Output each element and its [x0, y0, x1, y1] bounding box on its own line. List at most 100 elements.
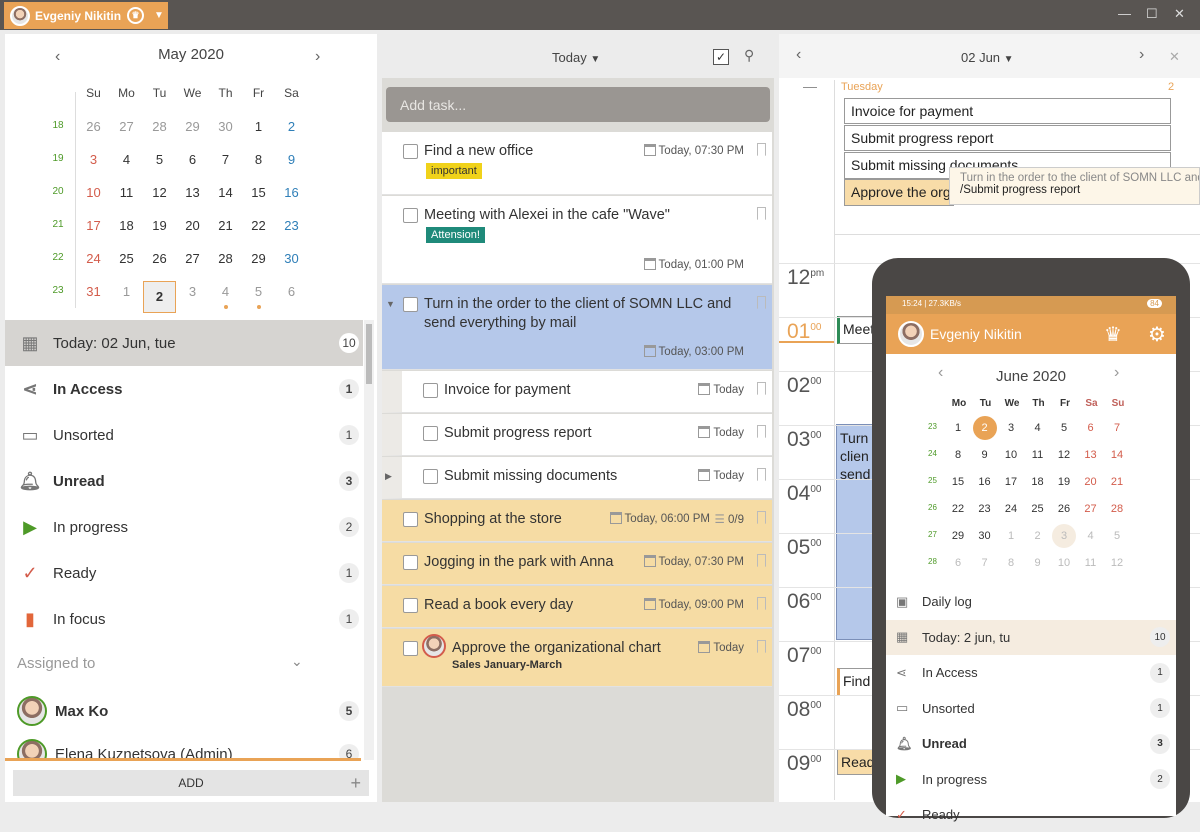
task-row[interactable]: Meeting with Alexei in the cafe "Wave" At… [382, 196, 772, 284]
bookmark-icon[interactable] [757, 511, 766, 524]
calendar-day[interactable]: 17 [77, 215, 110, 237]
calendar-day[interactable]: 4 [1079, 524, 1103, 548]
task-row[interactable]: Invoice for payment Today [382, 371, 772, 413]
task-row[interactable]: Submit progress report Today [382, 414, 772, 456]
bookmark-icon[interactable] [757, 425, 766, 438]
calendar-day[interactable]: 9 [1026, 551, 1050, 575]
calendar-day[interactable]: 30 [973, 524, 997, 548]
sidebar-item-in-progress[interactable]: ▶ In progress 2 [5, 504, 363, 550]
add-task-input[interactable]: Add task... [386, 87, 770, 122]
bookmark-icon[interactable] [757, 468, 766, 481]
calendar-day[interactable]: 26 [77, 116, 110, 138]
task-row[interactable]: Approve the organizational chart Sales Ja… [382, 629, 772, 687]
event-turn-in[interactable]: Turn clien send [836, 424, 876, 640]
crown-icon[interactable]: ♛ [1104, 322, 1122, 347]
calendar-day[interactable]: 6 [275, 281, 308, 303]
calendar-day[interactable]: 10 [1052, 551, 1076, 575]
calendar-day[interactable]: 18 [110, 215, 143, 237]
calendar-day[interactable]: 15 [946, 470, 970, 494]
calendar-day[interactable]: 6 [176, 149, 209, 171]
tag-badge[interactable]: Attension! [426, 227, 485, 243]
sidebar-item-in-access[interactable]: ⋖ In Access 1 [5, 366, 363, 412]
calendar-day[interactable]: 5 [143, 149, 176, 171]
select-all-checkbox[interactable]: ✓ [713, 49, 729, 65]
calendar-day[interactable]: 8 [999, 551, 1023, 575]
task-checkbox[interactable] [403, 641, 418, 656]
calendar-day[interactable]: 3 [999, 416, 1023, 440]
calendar-day[interactable]: 28 [209, 248, 242, 270]
task-checkbox[interactable] [403, 598, 418, 613]
calendar-day[interactable]: 4 [1026, 416, 1050, 440]
calendar-day[interactable]: 22 [242, 215, 275, 237]
calendar-day[interactable]: 21 [1105, 470, 1129, 494]
calendar-day[interactable]: 1 [999, 524, 1023, 548]
gear-icon[interactable]: ⚙ [1148, 322, 1166, 347]
calendar-day[interactable]: 10 [999, 443, 1023, 467]
phone-item[interactable]: 🔔︎ Unread 3 [886, 726, 1176, 761]
calendar-day[interactable]: 27 [110, 116, 143, 138]
next-day-icon[interactable]: › [1139, 46, 1144, 64]
minimize-icon[interactable]: — [1118, 6, 1131, 21]
task-checkbox[interactable] [403, 208, 418, 223]
calendar-day[interactable]: 25 [1026, 497, 1050, 521]
calendar-day[interactable]: 3 [176, 281, 209, 303]
date-dropdown[interactable]: 02 Jun ▼ [961, 50, 1014, 65]
calendar-day[interactable]: 11 [1026, 443, 1050, 467]
phone-item[interactable]: ▣ Daily log [886, 584, 1176, 619]
next-month-icon[interactable]: › [315, 48, 320, 66]
event-meet[interactable]: Meet [837, 316, 877, 344]
calendar-day[interactable]: 4 [110, 149, 143, 171]
calendar-day[interactable]: 12 [143, 182, 176, 204]
task-row[interactable]: Find a new office important Today, 07:30 P… [382, 132, 772, 195]
calendar-day[interactable]: 7 [1105, 416, 1129, 440]
calendar-day[interactable]: 26 [1052, 497, 1076, 521]
bookmark-icon[interactable] [757, 207, 766, 220]
calendar-day[interactable]: 1 [242, 116, 275, 138]
event-progress-report[interactable]: Submit progress report [844, 125, 1171, 151]
bookmark-icon[interactable] [757, 143, 766, 156]
calendar-day[interactable]: 28 [1105, 497, 1129, 521]
calendar-day[interactable]: 24 [77, 248, 110, 270]
bookmark-icon[interactable] [757, 597, 766, 610]
event-invoice[interactable]: Invoice for payment [844, 98, 1171, 124]
scrollbar[interactable] [364, 320, 374, 760]
calendar-day[interactable]: 2 [143, 281, 176, 313]
calendar-day[interactable]: 1 [110, 281, 143, 303]
prev-day-icon[interactable]: ‹ [796, 46, 801, 64]
calendar-day[interactable]: 12 [1105, 551, 1129, 575]
sidebar-item-today[interactable]: ▦ Today: 02 Jun, tue 10 [5, 320, 363, 366]
calendar-day[interactable]: 22 [946, 497, 970, 521]
phone-item[interactable]: ⋖ In Access 1 [886, 655, 1176, 690]
calendar-day[interactable]: 23 [275, 215, 308, 237]
calendar-day[interactable]: 28 [143, 116, 176, 138]
sidebar-item-unread[interactable]: 🔔︎ Unread 3 [5, 458, 363, 504]
calendar-day[interactable]: 4 [209, 281, 242, 303]
calendar-day[interactable]: 13 [1079, 443, 1103, 467]
calendar-day[interactable]: 19 [1052, 470, 1076, 494]
calendar-day[interactable]: 6 [946, 551, 970, 575]
calendar-day[interactable]: 30 [209, 116, 242, 138]
calendar-day[interactable]: 9 [275, 149, 308, 171]
calendar-day[interactable]: 24 [999, 497, 1023, 521]
calendar-day[interactable]: 1 [946, 416, 970, 440]
calendar-day[interactable]: 5 [1105, 524, 1129, 548]
task-checkbox[interactable] [403, 555, 418, 570]
calendar-day[interactable]: 14 [209, 182, 242, 204]
sidebar-item-unsorted[interactable]: ▭ Unsorted 1 [5, 412, 363, 458]
calendar-day[interactable]: 19 [143, 215, 176, 237]
calendar-day[interactable]: 5 [242, 281, 275, 303]
collapse-icon[interactable]: — [803, 78, 817, 94]
expand-icon[interactable]: ▶ [385, 471, 392, 482]
calendar-day[interactable]: 27 [176, 248, 209, 270]
calendar-day[interactable]: 27 [1079, 497, 1103, 521]
task-checkbox[interactable] [423, 469, 438, 484]
bookmark-icon[interactable] [757, 382, 766, 395]
search-icon[interactable]: ⚲ [744, 47, 754, 64]
bookmark-icon[interactable] [757, 554, 766, 567]
calendar-day[interactable]: 26 [143, 248, 176, 270]
task-checkbox[interactable] [403, 144, 418, 159]
bookmark-icon[interactable] [757, 640, 766, 653]
filter-dropdown[interactable]: Today ▼ [552, 50, 600, 65]
calendar-day[interactable]: 29 [242, 248, 275, 270]
sidebar-item-in-focus[interactable]: ▮ In focus 1 [5, 596, 363, 642]
